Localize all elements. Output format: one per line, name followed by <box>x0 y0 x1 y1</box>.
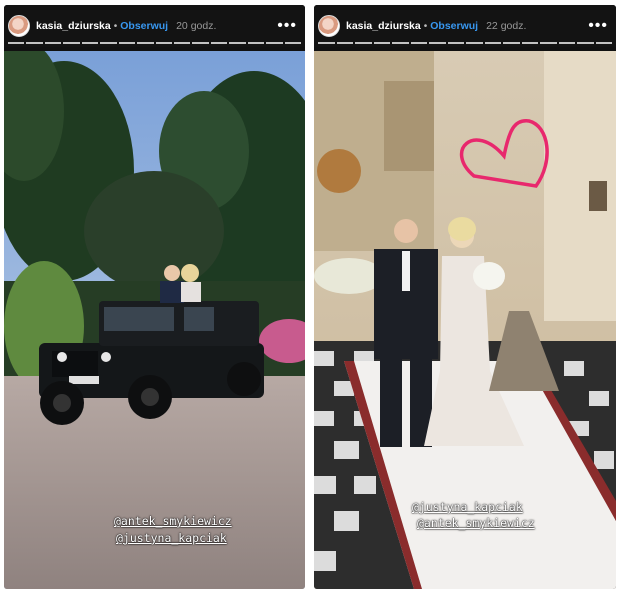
mention-tag[interactable]: @justyna_kapciak <box>412 500 523 514</box>
story-panel-right[interactable]: kasia_dziurska • Obserwuj 22 godz. ••• @… <box>314 5 616 589</box>
avatar[interactable] <box>8 15 30 37</box>
follow-button[interactable]: Obserwuj <box>120 20 168 32</box>
more-horizontal-icon[interactable]: ••• <box>277 18 297 34</box>
story-header: kasia_dziurska • Obserwuj 22 godz. ••• <box>314 5 616 47</box>
username[interactable]: kasia_dziurska <box>36 20 111 32</box>
timestamp: 22 godz. <box>486 20 527 32</box>
mention-tag[interactable]: @antek_smykiewicz <box>417 516 535 530</box>
story-photo-jeep: @antek_smykiewicz @justyna_kapciak <box>4 51 305 589</box>
story-progress-bar <box>318 42 612 44</box>
story-header: kasia_dziurska • Obserwuj 20 godz. ••• <box>4 5 305 47</box>
more-horizontal-icon[interactable]: ••• <box>588 18 608 34</box>
follow-button[interactable]: Obserwuj <box>430 20 478 32</box>
story-panel-left[interactable]: kasia_dziurska • Obserwuj 20 godz. ••• @… <box>4 5 305 589</box>
separator-dot: • <box>423 20 428 32</box>
avatar[interactable] <box>318 15 340 37</box>
story-photo-church: @justyna_kapciak @antek_smykiewicz <box>314 51 616 589</box>
mention-tag[interactable]: @antek_smykiewicz <box>114 514 232 528</box>
photo-jeep-scene <box>4 51 305 589</box>
separator-dot: • <box>113 20 118 32</box>
story-progress-bar <box>8 42 301 44</box>
mention-tag[interactable]: @justyna_kapciak <box>116 531 227 545</box>
timestamp: 20 godz. <box>176 20 217 32</box>
username[interactable]: kasia_dziurska <box>346 20 421 32</box>
